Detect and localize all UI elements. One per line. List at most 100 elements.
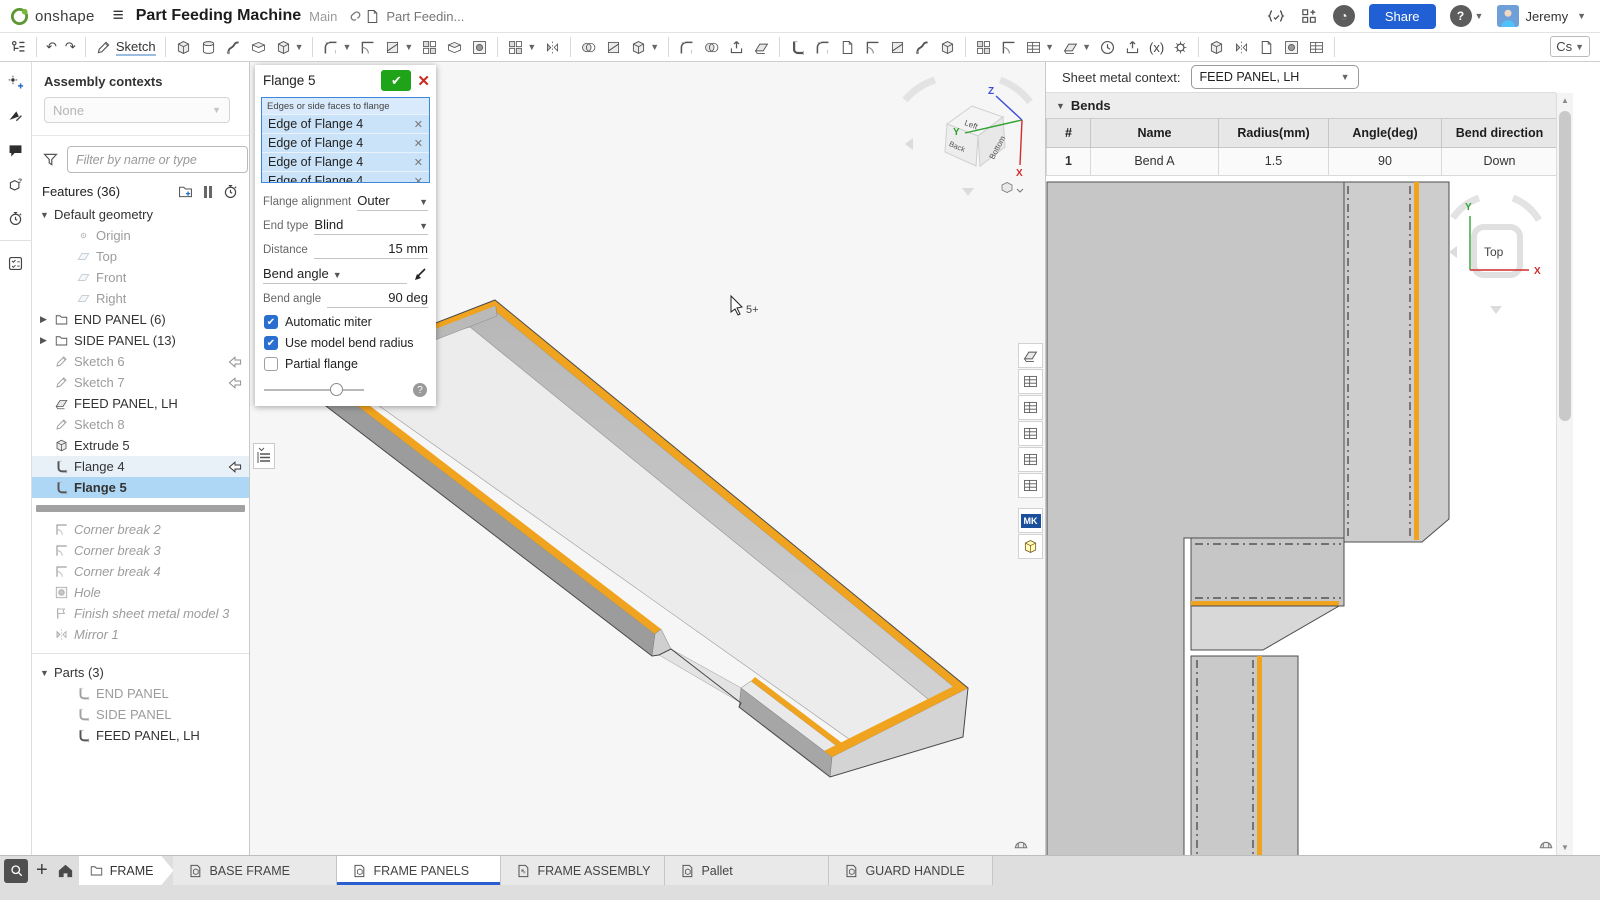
history-icon[interactable] xyxy=(4,206,28,230)
linear-pattern-tool-button[interactable]: ▼ xyxy=(503,37,540,58)
part-pattern-tool-button[interactable] xyxy=(1229,37,1254,58)
rib-tool-button[interactable] xyxy=(417,37,442,58)
tab-guard-handle[interactable]: GUARD HANDLE xyxy=(829,856,993,885)
chamfer-tool-button[interactable] xyxy=(355,37,380,58)
viewport-dome-icon[interactable] xyxy=(1015,842,1028,847)
bends-section-header[interactable]: ▼ Bends xyxy=(1046,93,1556,119)
tab-frame-assembly[interactable]: FRAME ASSEMBLY xyxy=(501,856,665,885)
remove-selection-icon[interactable]: ✕ xyxy=(414,156,423,169)
feature-item-feed-panel-lh[interactable]: FEED PANEL, LH xyxy=(32,393,249,414)
scroll-down-icon[interactable]: ▼ xyxy=(1557,843,1573,852)
selection-item[interactable]: Edge of Flange 4✕ xyxy=(262,171,429,183)
bends-column-header[interactable]: Angle(deg) xyxy=(1329,119,1442,147)
bend-angle-input[interactable]: 90 deg xyxy=(327,290,428,308)
cut-list-icon[interactable] xyxy=(4,251,28,275)
feature-item-flange-4[interactable]: Flange 4 xyxy=(32,456,249,477)
bend-cell[interactable]: 1.5 xyxy=(1219,147,1329,175)
flat-pattern-view-button[interactable] xyxy=(1018,343,1043,368)
flat-pattern-viewport[interactable]: Top Y X xyxy=(1046,180,1557,855)
loft-tool-button[interactable] xyxy=(246,37,271,58)
tab-base-frame[interactable]: BASE FRAME xyxy=(173,856,337,885)
flat-lower-strip[interactable] xyxy=(1191,656,1298,855)
undo-tool-button[interactable]: ↶ xyxy=(42,37,61,57)
highlighted-edge[interactable] xyxy=(1257,656,1262,855)
chevron-right-icon[interactable]: ▶ xyxy=(40,314,54,325)
revolve-tool-button[interactable] xyxy=(196,37,221,58)
rotate-left-icon[interactable] xyxy=(905,138,913,150)
offset-surface-tool-button[interactable] xyxy=(749,37,774,58)
cancel-button[interactable]: ✕ xyxy=(417,72,430,90)
rotate-left-icon[interactable] xyxy=(1449,246,1457,258)
checkbox-icon[interactable]: ✔ xyxy=(264,336,278,350)
hem-tool-button[interactable] xyxy=(810,37,835,58)
document-tab-chip[interactable]: Part Feedin... xyxy=(364,8,464,25)
bend-table-view-button[interactable] xyxy=(1018,369,1043,394)
highlighted-edge[interactable] xyxy=(1414,182,1419,540)
comments-icon[interactable] xyxy=(4,138,28,162)
bends-table[interactable]: #NameRadius(mm)Angle(deg)Bend direction … xyxy=(1046,119,1558,176)
bend-cell[interactable]: 1 xyxy=(1047,147,1091,175)
bends-column-header[interactable]: Bend direction xyxy=(1442,119,1558,147)
bends-column-header[interactable]: # xyxy=(1047,119,1091,147)
feature-list-tool-button[interactable] xyxy=(6,37,31,58)
help-cube-icon[interactable] xyxy=(4,172,28,196)
right-panel-scrollbar[interactable]: ▲ ▼ xyxy=(1556,93,1573,855)
bom-table-tool-button[interactable] xyxy=(1304,37,1329,58)
chevron-right-icon[interactable]: ▶ xyxy=(40,335,54,346)
sheet-gusset-tool-button[interactable] xyxy=(935,37,960,58)
end-type-dropdown[interactable]: Blind ▼ xyxy=(314,217,428,235)
distance-input[interactable]: 15 mm xyxy=(314,241,428,259)
feature-item-right[interactable]: Right xyxy=(32,288,249,309)
feature-item-top[interactable]: Top xyxy=(32,246,249,267)
orientation-widget[interactable]: Top Y X xyxy=(1449,198,1541,314)
checkbox-use-model-bend-radius[interactable]: ✔Use model bend radius xyxy=(255,331,436,352)
history-tool-button[interactable] xyxy=(1095,37,1120,58)
suppress-icon[interactable] xyxy=(204,186,212,198)
external-reference-icon[interactable] xyxy=(227,375,243,391)
selection-item[interactable]: Edge of Flange 4✕ xyxy=(262,114,429,133)
flat-quantity-view-button[interactable] xyxy=(1018,421,1043,446)
mk-app-button[interactable]: MK xyxy=(1018,508,1043,533)
bend-tool-button[interactable] xyxy=(885,37,910,58)
scrollbar-thumb[interactable] xyxy=(1559,111,1571,421)
feature-item-flange-5[interactable]: Flange 5 xyxy=(32,477,249,498)
variables-tool-button[interactable]: (x) xyxy=(1145,38,1168,57)
help-menu[interactable]: ? ▼ xyxy=(1450,5,1484,27)
checkbox-automatic-miter[interactable]: ✔Automatic miter xyxy=(255,310,436,331)
feature-item-end-panel-6-[interactable]: ▶END PANEL (6) xyxy=(32,309,249,330)
material-box-button[interactable] xyxy=(1018,534,1043,559)
publication-icon[interactable] xyxy=(4,104,28,128)
flange-tool-button[interactable] xyxy=(785,37,810,58)
isolate-tool-button[interactable] xyxy=(1168,37,1193,58)
workspace-label[interactable]: Main xyxy=(309,9,337,24)
assembly-contexts-dropdown[interactable]: None ▼ xyxy=(44,97,230,123)
punch-table-view-button[interactable] xyxy=(1018,395,1043,420)
bend-order-view-button[interactable] xyxy=(1018,447,1043,472)
feature-item-side-panel-13-[interactable]: ▶SIDE PANEL (13) xyxy=(32,330,249,351)
onshape-logo[interactable]: onshape xyxy=(0,7,105,26)
remove-selection-icon[interactable]: ✕ xyxy=(414,137,423,150)
feature-item-extrude-5[interactable]: Extrude 5 xyxy=(32,435,249,456)
bend-row[interactable]: 1Bend A1.590Down xyxy=(1047,147,1558,175)
feature-item-end-panel[interactable]: END PANEL xyxy=(32,683,249,704)
main-menu-button[interactable]: ≡ xyxy=(105,5,132,27)
limit-type-dropdown[interactable]: Bend angle ▼ xyxy=(263,266,407,284)
rollback-history-icon[interactable] xyxy=(222,183,239,200)
feature-item-corner-break-2[interactable]: Corner break 2 xyxy=(32,519,249,540)
help-icon[interactable]: ? xyxy=(413,383,427,397)
flange-selection-list[interactable]: Edges or side faces to flange Edge of Fl… xyxy=(261,97,430,183)
remove-selection-icon[interactable]: ✕ xyxy=(414,118,423,131)
bridge-tool-button[interactable] xyxy=(910,37,935,58)
orientation-face-label[interactable]: Top xyxy=(1484,245,1504,259)
highlighted-edge[interactable] xyxy=(1191,601,1339,606)
tables-tool-button[interactable]: ▼ xyxy=(1021,37,1058,58)
link-icon[interactable] xyxy=(347,8,364,25)
export-dxf-tool-button[interactable] xyxy=(1120,37,1145,58)
viewport-dome-icon[interactable] xyxy=(1540,842,1553,847)
bends-column-header[interactable]: Name xyxy=(1091,119,1219,147)
feature-item-finish-sheet-metal-model-3[interactable]: Finish sheet metal model 3 xyxy=(32,603,249,624)
sheet-metal-context-dropdown[interactable]: FEED PANEL, LH ▼ xyxy=(1191,65,1359,89)
feature-item-corner-break-3[interactable]: Corner break 3 xyxy=(32,540,249,561)
search-tabs-button[interactable] xyxy=(4,859,28,883)
custom-features-button[interactable]: Cs ▼ xyxy=(1550,36,1590,57)
